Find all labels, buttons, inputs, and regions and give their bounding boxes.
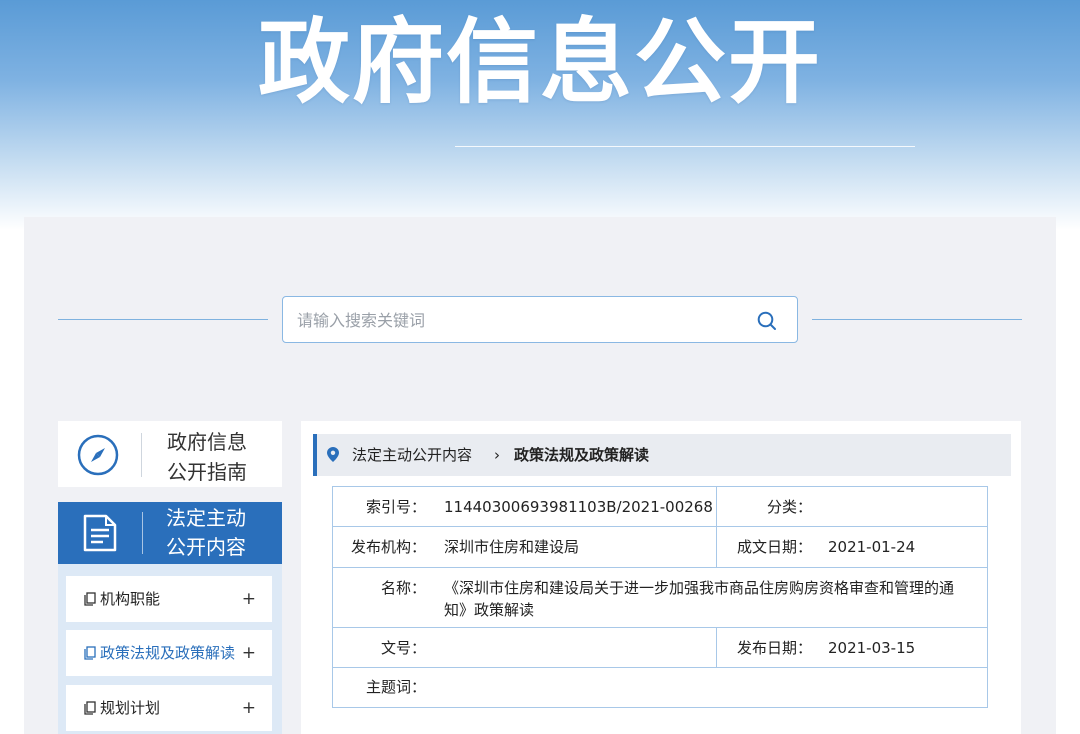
keywords-label: 主题词： bbox=[365, 678, 426, 696]
expand-icon[interactable]: + bbox=[242, 576, 256, 622]
hero-banner: 政府信息公开 bbox=[0, 0, 1080, 230]
page-title: 政府信息公开 bbox=[257, 9, 822, 116]
search-decor-line-right bbox=[812, 319, 1022, 320]
org-label: 发布机构： bbox=[350, 538, 426, 556]
publish-date-label: 发布日期： bbox=[736, 639, 812, 657]
publish-date-value: 2021-03-15 bbox=[828, 639, 916, 657]
sidebar-nav-list: 机构职能 + 政策法规及政策解读 + 规划计划 + bbox=[58, 564, 282, 734]
breadcrumb: 法定主动公开内容 › 政策法规及政策解读 bbox=[313, 434, 1011, 476]
index-value: 11440300693981103B/2021-00268 bbox=[444, 498, 713, 516]
sidebar-item-label: 政策法规及政策解读 bbox=[100, 644, 236, 662]
breadcrumb-parent-link[interactable]: 法定主动公开内容 bbox=[352, 434, 472, 476]
org-value: 深圳市住房和建设局 bbox=[444, 538, 580, 556]
category-value bbox=[828, 487, 978, 526]
sidebar-item-org-functions[interactable]: 机构职能 + bbox=[66, 576, 272, 622]
compass-icon bbox=[77, 434, 119, 476]
docno-label: 文号： bbox=[380, 639, 426, 657]
meta-row-index: 索引号： 11440300693981103B/2021-00268 分类： bbox=[333, 487, 987, 527]
created-date-value: 2021-01-24 bbox=[828, 538, 916, 556]
page-icon bbox=[84, 592, 96, 606]
document-icon bbox=[83, 514, 117, 552]
breadcrumb-current: 政策法规及政策解读 bbox=[514, 446, 650, 464]
sidebar-legal-label: 法定主动 公开内容 bbox=[166, 506, 246, 559]
page-icon bbox=[84, 701, 96, 715]
guide-separator bbox=[141, 433, 142, 477]
document-meta-table: 索引号： 11440300693981103B/2021-00268 分类： 发… bbox=[332, 486, 988, 708]
meta-row-keywords: 主题词： bbox=[333, 668, 987, 707]
name-value: 《深圳市住房和建设局关于进一步加强我市商品住房购房资格审查和管理的通知》政策解读 bbox=[444, 579, 955, 619]
docno-value bbox=[444, 628, 714, 667]
sidebar-item-label: 机构职能 bbox=[100, 590, 161, 608]
sidebar-guide-label: 政府信息 公开指南 bbox=[167, 430, 247, 484]
category-label: 分类： bbox=[766, 498, 812, 516]
meta-row-org: 发布机构： 深圳市住房和建设局 成文日期： 2021-01-24 bbox=[333, 527, 987, 568]
content-area: 法定主动公开内容 › 政策法规及政策解读 索引号： 11440300693981… bbox=[301, 421, 1021, 734]
sidebar-item-policy[interactable]: 政策法规及政策解读 + bbox=[66, 630, 272, 676]
sidebar-item-planning[interactable]: 规划计划 + bbox=[66, 685, 272, 731]
sidebar-guide-card[interactable]: 政府信息 公开指南 bbox=[58, 421, 282, 487]
search-box bbox=[282, 296, 798, 343]
index-label: 索引号： bbox=[365, 498, 426, 516]
keywords-value bbox=[444, 668, 974, 707]
meta-row-name: 名称： 《深圳市住房和建设局关于进一步加强我市商品住房购房资格审查和管理的通知》… bbox=[333, 568, 987, 628]
search-icon[interactable] bbox=[756, 310, 778, 332]
search-input[interactable] bbox=[297, 307, 737, 333]
main-panel: 政府信息 公开指南 法定主动 公开内容 机构职能 + 政策法规及政策解 bbox=[24, 217, 1056, 734]
legal-separator bbox=[142, 512, 143, 554]
title-divider bbox=[455, 146, 915, 147]
created-date-label: 成文日期： bbox=[736, 538, 812, 556]
sidebar-legal-card[interactable]: 法定主动 公开内容 bbox=[58, 502, 282, 564]
breadcrumb-separator: › bbox=[494, 446, 500, 464]
meta-row-docno: 文号： 发布日期： 2021-03-15 bbox=[333, 628, 987, 668]
page-icon bbox=[84, 646, 96, 660]
sidebar-item-label: 规划计划 bbox=[100, 699, 161, 717]
expand-icon[interactable]: + bbox=[242, 685, 256, 731]
search-decor-line-left bbox=[58, 319, 268, 320]
location-pin-icon bbox=[327, 447, 339, 462]
expand-icon[interactable]: + bbox=[242, 630, 256, 676]
name-label: 名称： bbox=[380, 579, 426, 597]
